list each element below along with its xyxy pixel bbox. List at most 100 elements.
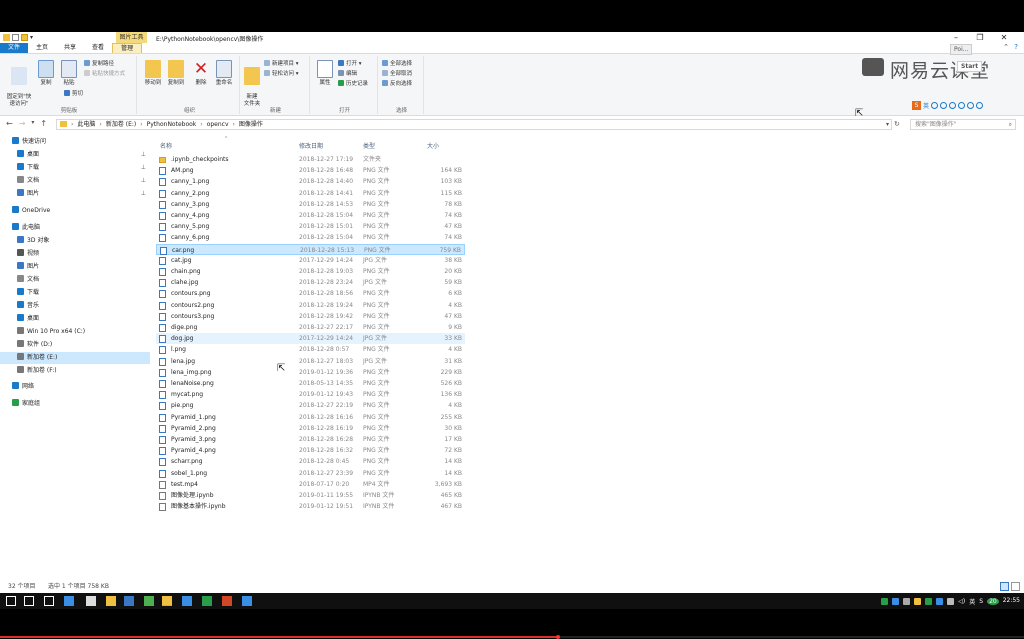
help-icon[interactable]: ? [1014,43,1018,51]
breadcrumb-separator-icon[interactable]: › [233,120,235,129]
nav-item[interactable]: 图片 ⊥ [0,188,150,200]
volume-icon[interactable]: ◁) [958,598,965,605]
nav-item[interactable]: 软件 (D:) [0,339,150,351]
nav-item[interactable]: 下载 [0,287,150,299]
file-row[interactable]: canny_2.png 2018-12-28 14:41 PNG 文件 115 KB [156,188,465,199]
lock-icon[interactable] [106,596,116,606]
nav-item[interactable]: 桌面 [0,313,150,325]
close-button[interactable]: ✕ [992,32,1016,43]
file-row[interactable]: clahe.jpg 2018-12-28 23:24 JPG 文件 59 KB [156,277,465,288]
video-progress-bar[interactable] [0,635,1024,639]
tab-manage[interactable]: 管理 [112,43,143,53]
delete-button[interactable]: ✕ 删除 [190,60,212,87]
powerpoint-icon[interactable] [222,596,232,606]
properties-button[interactable]: 属性 [314,60,336,87]
breadcrumb-item[interactable]: 此电脑 [77,120,95,129]
tray-badge[interactable]: 20 [987,597,999,605]
tray-app-icon[interactable] [892,597,900,605]
nav-item[interactable]: 此电脑 [0,222,150,234]
excel-icon[interactable] [202,596,212,606]
column-size[interactable]: 大小 [427,141,439,150]
chevron-down-icon[interactable]: ▾ [30,34,37,41]
chevron-down-icon[interactable]: ▾ [886,120,889,129]
toolbox-icon[interactable] [976,102,984,109]
store-icon[interactable] [86,596,96,606]
monitor-icon[interactable] [182,596,192,606]
nav-item[interactable]: 文档 ⊥ [0,175,150,187]
easy-access-button[interactable]: 轻松访问 ▾ [264,70,299,78]
cut-button[interactable]: 剪切 [64,90,83,98]
invert-selection-button[interactable]: 反向选择 [382,80,412,88]
column-name[interactable]: 名称 [160,141,172,150]
properties-icon[interactable] [12,34,19,41]
nav-item[interactable]: 视频 [0,248,150,260]
nav-item[interactable]: 快速访问 [0,136,150,148]
copy-path-button[interactable]: 复制路径 [84,60,114,68]
tray-app-icon[interactable] [881,597,889,605]
column-date[interactable]: 修改日期 [299,141,323,150]
file-row[interactable]: 图像基本操作.ipynb 2019-01-12 19:51 IPYNB 文件 467 … [156,501,465,512]
address-bar[interactable]: › 此电脑 › 新加卷 (E:) › PythonNotebook › opencv › 图像操作… [56,119,892,130]
minimize-button[interactable]: – [944,32,968,43]
file-row[interactable]: Pyramid_4.png 2018-12-28 16:32 PNG 文件 72 KB [156,445,465,456]
network-tray-icon[interactable] [947,597,955,605]
back-icon[interactable]: ← [6,119,13,128]
refresh-icon[interactable]: ↻ [894,120,900,128]
tray-app-icon[interactable] [903,597,911,605]
rename-button[interactable]: 重命名 [213,60,235,87]
file-row[interactable]: Pyramid_3.png 2018-12-28 16:28 PNG 文件 17 KB [156,434,465,445]
file-row[interactable]: lena.jpg 2018-12-27 18:03 JPG 文件 31 KB [156,356,465,367]
new-item-button[interactable]: 新建项目 ▾ [264,60,299,68]
nav-item[interactable]: OneDrive [0,205,150,217]
nav-item[interactable]: 新加卷 (F:) [0,365,150,377]
breadcrumb-item[interactable]: opencv [207,120,229,129]
breadcrumb-separator-icon[interactable]: › [71,120,73,129]
keyboard-icon[interactable] [958,102,966,109]
file-row[interactable]: .ipynb_checkpoints 2018-12-27 17:19 文件夹 [156,154,465,165]
clock[interactable]: 22:55 [1003,595,1020,607]
file-row[interactable]: chain.png 2018-12-28 19:03 PNG 文件 20 KB [156,266,465,277]
nav-item[interactable]: 图片 [0,261,150,273]
picture-tools-tab[interactable]: 图片工具 [116,32,147,43]
file-row[interactable]: scharr.png 2018-12-28 0:45 PNG 文件 14 KB [156,456,465,467]
nav-item[interactable]: 家庭组 [0,398,150,410]
sogou-icon[interactable]: S [912,101,921,110]
select-none-button[interactable]: 全部取消 [382,70,412,78]
mail-icon[interactable] [124,596,134,606]
breadcrumb-item[interactable]: 新加卷 (E:) [106,120,136,129]
file-row[interactable]: lenaNoise.png 2018-05-13 14:35 PNG 文件 526 K… [156,378,465,389]
large-icons-view-icon[interactable] [1011,582,1020,591]
edge-icon[interactable] [64,596,74,606]
file-row[interactable]: Pyramid_1.png 2018-12-28 16:16 PNG 文件 255 K… [156,412,465,423]
column-type[interactable]: 类型 [363,141,375,150]
nav-item[interactable]: 文档 [0,274,150,286]
task-view-icon[interactable] [44,596,54,606]
file-row[interactable]: AM.png 2018-12-28 16:48 PNG 文件 164 KB [156,165,465,176]
history-button[interactable]: 历史记录 [338,80,368,88]
tray-security-icon[interactable] [925,597,933,605]
file-row[interactable]: canny_1.png 2018-12-28 14:40 PNG 文件 103 KB [156,176,465,187]
move-to-button[interactable]: 移动到 [142,60,164,87]
copy-to-button[interactable]: 复制到 [165,60,187,87]
sogou-tray-icon[interactable]: S [979,598,983,605]
file-row[interactable]: Pyramid_2.png 2018-12-28 16:19 PNG 文件 30 KB [156,423,465,434]
file-row[interactable]: contours3.png 2018-12-28 19:42 PNG 文件 47 KB [156,311,465,322]
input-language[interactable]: 英 [969,597,975,606]
file-row[interactable]: 图像处理.ipynb 2019-01-11 19:55 IPYNB 文件 465 KB [156,490,465,501]
paint-icon[interactable] [242,596,252,606]
explorer-icon[interactable] [162,596,172,606]
tab-share[interactable]: 共享 [56,43,84,53]
paste-shortcut-button[interactable]: 粘贴快捷方式 [84,70,125,78]
nav-item[interactable]: 桌面 ⊥ [0,149,150,161]
breadcrumb-separator-icon[interactable]: › [200,120,202,129]
up-icon[interactable]: ↑ [40,119,47,128]
new-folder-icon[interactable] [21,34,28,41]
cortana-icon[interactable] [24,596,34,606]
ime-language[interactable]: 英 [923,101,929,110]
breadcrumb-item[interactable]: 图像操作 [239,120,263,129]
nav-item[interactable]: 音乐 [0,300,150,312]
forward-icon[interactable]: → [19,119,26,128]
file-row[interactable]: l.png 2018-12-28 0:57 PNG 文件 4 KB [156,344,465,355]
recent-chevron-icon[interactable]: ▾ [31,119,34,128]
edit-button[interactable]: 编辑 [338,70,357,78]
